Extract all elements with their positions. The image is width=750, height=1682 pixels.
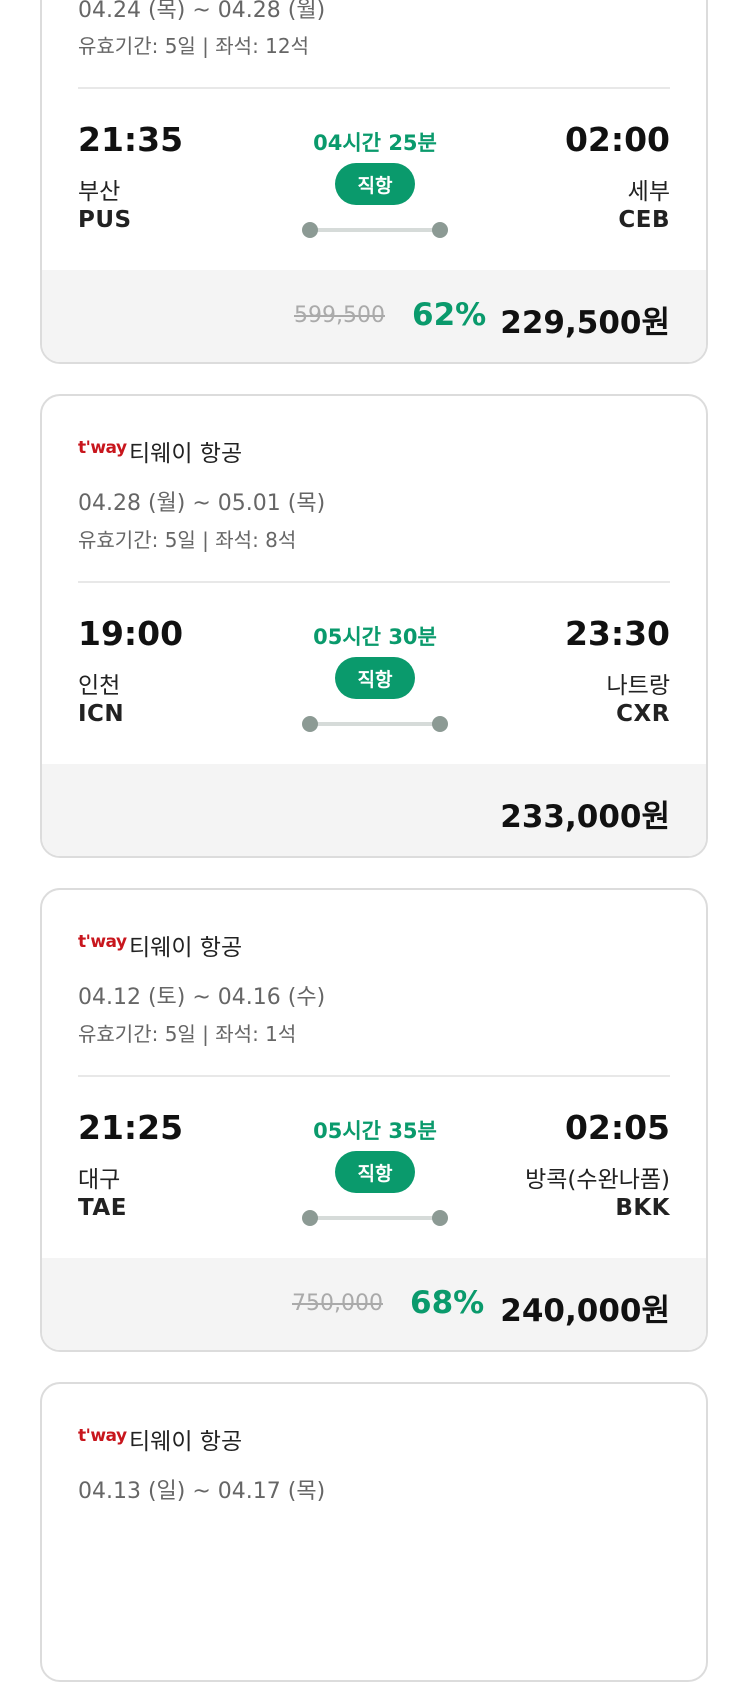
- direct-flight-badge: 직항: [335, 1151, 415, 1193]
- travel-dates: 04.24 (목) ~ 04.28 (월): [78, 0, 326, 23]
- discount-rate: 62%: [412, 297, 487, 333]
- discount-rate: 68%: [410, 1285, 485, 1321]
- arrival-time: 23:30: [564, 614, 670, 653]
- departure-time: 21:25: [78, 1108, 184, 1147]
- arrival-code: BKK: [615, 1195, 670, 1221]
- route-start-dot: [302, 1210, 318, 1226]
- route-line: [310, 1216, 440, 1220]
- flight-card[interactable]: 04.24 (목) ~ 04.28 (월) 유효기간: 5일 | 좌석: 12석…: [40, 0, 708, 364]
- departure-city: 대구: [78, 1167, 121, 1193]
- departure-time: 19:00: [78, 614, 184, 653]
- travel-dates: 04.28 (월) ~ 05.01 (목): [78, 491, 326, 516]
- validity-seats: 유효기간: 5일 | 좌석: 1석: [78, 1022, 297, 1046]
- arrival-city: 세부: [627, 179, 670, 205]
- direct-flight-badge: 직항: [335, 657, 415, 699]
- flight-card[interactable]: t'way 티웨이 항공 04.28 (월) ~ 05.01 (목) 유효기간:…: [40, 394, 708, 858]
- arrival-time: 02:00: [564, 120, 670, 159]
- arrival-city: 방콕(수완나폼): [525, 1167, 670, 1193]
- arrival-time: 02:05: [564, 1108, 670, 1147]
- travel-dates: 04.13 (일) ~ 04.17 (목): [78, 1479, 326, 1504]
- direct-flight-badge: 직항: [335, 163, 415, 205]
- divider: [78, 581, 670, 583]
- flight-duration: 04시간 25분: [313, 131, 437, 155]
- tway-logo: t'way: [78, 932, 127, 952]
- departure-code: TAE: [78, 1195, 127, 1221]
- departure-code: ICN: [78, 701, 125, 727]
- departure-city: 부산: [78, 179, 121, 205]
- route-start-dot: [302, 222, 318, 238]
- route-line: [310, 722, 440, 726]
- original-price: 599,500: [294, 303, 385, 328]
- airline-name: 티웨이 항공: [129, 1429, 243, 1455]
- route-end-dot: [432, 1210, 448, 1226]
- final-price: 240,000원: [500, 1293, 670, 1329]
- departure-city: 인천: [78, 673, 121, 699]
- departure-code: PUS: [78, 207, 132, 233]
- flight-duration: 05시간 30분: [313, 625, 437, 649]
- airline-name: 티웨이 항공: [129, 935, 243, 961]
- arrival-code: CEB: [618, 207, 670, 233]
- validity-seats: 유효기간: 5일 | 좌석: 8석: [78, 528, 297, 552]
- arrival-code: CXR: [616, 701, 670, 727]
- departure-time: 21:35: [78, 120, 184, 159]
- divider: [78, 87, 670, 89]
- price-bar: 233,000원: [42, 764, 706, 856]
- arrival-city: 나트랑: [606, 673, 670, 699]
- flight-duration: 05시간 35분: [313, 1119, 437, 1143]
- tway-logo: t'way: [78, 1426, 127, 1446]
- route-line: [310, 228, 440, 232]
- original-price: 750,000: [292, 1291, 383, 1316]
- travel-dates: 04.12 (토) ~ 04.16 (수): [78, 985, 326, 1010]
- route-end-dot: [432, 222, 448, 238]
- flight-card[interactable]: t'way 티웨이 항공 04.13 (일) ~ 04.17 (목): [40, 1382, 708, 1682]
- final-price: 229,500원: [500, 305, 670, 341]
- route-start-dot: [302, 716, 318, 732]
- flight-card[interactable]: t'way 티웨이 항공 04.12 (토) ~ 04.16 (수) 유효기간:…: [40, 888, 708, 1352]
- airline-name: 티웨이 항공: [129, 441, 243, 467]
- tway-logo: t'way: [78, 438, 127, 458]
- price-bar: 599,500 62% 229,500원: [42, 270, 706, 362]
- price-bar: 750,000 68% 240,000원: [42, 1258, 706, 1350]
- divider: [78, 1075, 670, 1077]
- validity-seats: 유효기간: 5일 | 좌석: 12석: [78, 34, 310, 58]
- route-end-dot: [432, 716, 448, 732]
- final-price: 233,000원: [500, 799, 670, 835]
